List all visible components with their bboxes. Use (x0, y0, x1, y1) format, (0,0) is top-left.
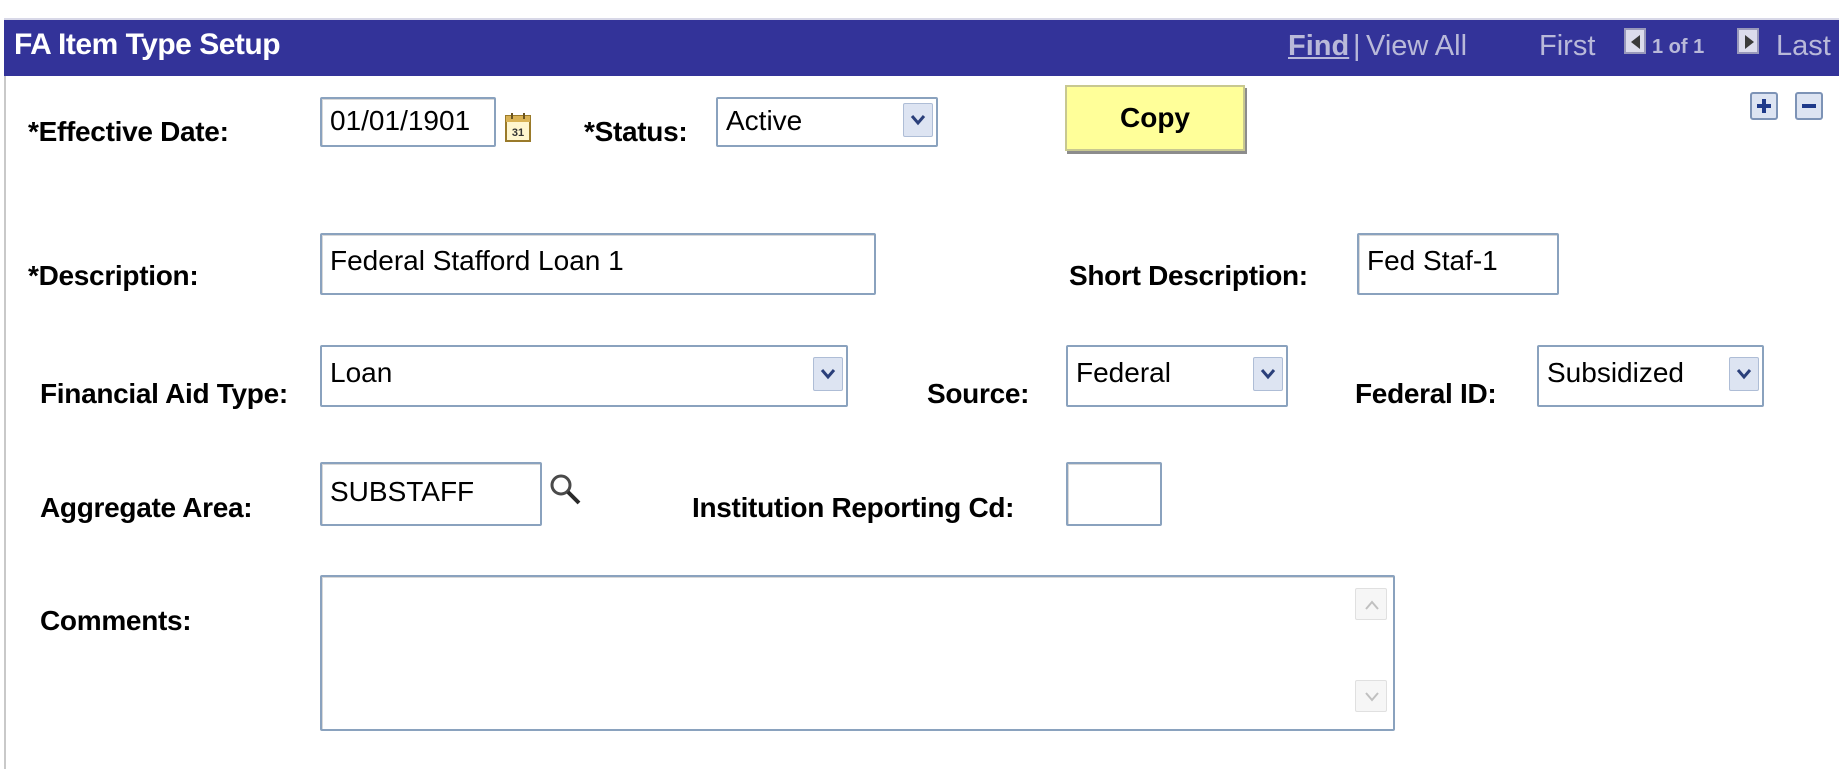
source-value: Federal (1076, 357, 1171, 388)
description-field[interactable]: Federal Stafford Loan 1 (320, 233, 876, 295)
plus-icon[interactable] (1750, 92, 1778, 120)
institution-reporting-cd-label: Institution Reporting Cd: (692, 492, 1015, 523)
copy-button[interactable]: Copy (1065, 85, 1245, 151)
find-link[interactable]: Find (1288, 30, 1349, 63)
section-header: FA Item Type Setup Find | View All First… (4, 18, 1839, 76)
chevron-down-icon[interactable] (1729, 357, 1759, 391)
short-description-field[interactable]: Fed Staf-1 (1357, 233, 1559, 295)
calendar-icon[interactable]: 31 (505, 112, 531, 147)
short-description-label: Short Description: (1069, 260, 1308, 291)
previous-arrow-icon[interactable] (1624, 28, 1646, 54)
scroll-down-icon[interactable] (1355, 680, 1387, 712)
comments-textarea[interactable] (320, 575, 1395, 731)
institution-reporting-cd-field[interactable] (1066, 462, 1162, 526)
federal-id-label: Federal ID: (1355, 378, 1497, 409)
view-all-link[interactable]: View All (1366, 30, 1467, 63)
effective-date-label: *Effective Date: (28, 116, 229, 147)
source-label: Source: (927, 378, 1030, 409)
chevron-down-icon[interactable] (1253, 357, 1283, 391)
first-link[interactable]: First (1539, 30, 1595, 63)
last-link[interactable]: Last (1776, 30, 1831, 63)
federal-id-dropdown[interactable]: Subsidized (1537, 345, 1764, 407)
next-arrow-icon[interactable] (1737, 28, 1759, 54)
status-label: *Status: (584, 116, 688, 147)
chevron-down-icon[interactable] (903, 103, 933, 137)
financial-aid-type-label: Financial Aid Type: (40, 378, 288, 409)
aggregate-area-label: Aggregate Area: (40, 492, 253, 523)
comments-scrollbar[interactable] (1353, 580, 1391, 726)
svg-text:31: 31 (512, 127, 524, 139)
federal-id-value: Subsidized (1547, 357, 1684, 388)
description-label: *Description: (28, 260, 199, 291)
status-dropdown[interactable]: Active (716, 97, 938, 147)
magnifier-icon[interactable] (548, 472, 582, 511)
page: FA Item Type Setup Find | View All First… (0, 0, 1839, 769)
chevron-down-icon[interactable] (813, 357, 843, 391)
minus-icon[interactable] (1795, 92, 1823, 120)
financial-aid-type-value: Loan (330, 357, 393, 388)
aggregate-area-field[interactable]: SUBSTAFF (320, 462, 542, 526)
effective-date-field[interactable]: 01/01/1901 (320, 97, 496, 147)
status-value: Active (726, 105, 803, 136)
section-title: FA Item Type Setup (14, 28, 281, 61)
financial-aid-type-dropdown[interactable]: Loan (320, 345, 848, 407)
nav-separator: | (1353, 30, 1361, 62)
comments-label: Comments: (40, 605, 192, 636)
source-dropdown[interactable]: Federal (1066, 345, 1288, 407)
scroll-up-icon[interactable] (1355, 588, 1387, 620)
record-count: 1 of 1 (1652, 36, 1705, 58)
